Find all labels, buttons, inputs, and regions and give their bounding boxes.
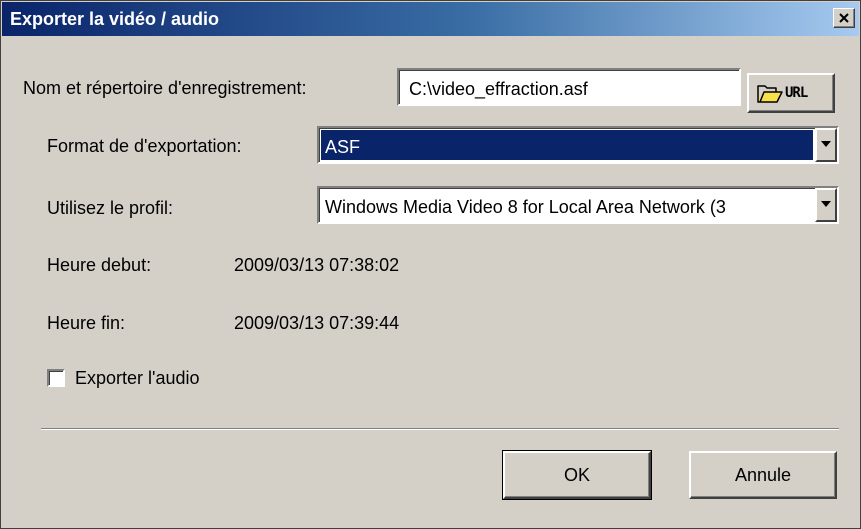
folder-open-icon <box>757 85 783 103</box>
profile-label: Utilisez le profil: <box>47 198 174 218</box>
profile-selected-value: Windows Media Video 8 for Local Area Net… <box>325 197 726 217</box>
ok-button[interactable]: OK <box>502 450 652 500</box>
end-time-label: Heure fin: <box>47 313 126 333</box>
close-button[interactable] <box>833 8 855 28</box>
separator <box>41 428 839 430</box>
format-dropdown-button[interactable] <box>815 128 837 162</box>
export-dialog: Exporter la vidéo / audio Nom et réperto… <box>0 0 861 529</box>
export-audio-label[interactable]: Exporter l'audio <box>75 368 200 389</box>
chevron-down-icon <box>821 201 831 207</box>
url-label: URL <box>785 85 808 101</box>
name-label: Nom et répertoire d'enregistrement: <box>23 78 307 98</box>
format-label: Format de d'exportation: <box>47 136 242 156</box>
title-bar: Exporter la vidéo / audio <box>2 2 859 36</box>
cancel-button[interactable]: Annule <box>689 451 837 499</box>
start-time-value: 2009/03/13 07:38:02 <box>234 255 400 275</box>
end-time-value: 2009/03/13 07:39:44 <box>234 313 400 333</box>
format-selected-value: ASF <box>321 130 813 160</box>
close-icon <box>839 13 849 23</box>
export-audio-checkbox[interactable] <box>47 369 65 387</box>
chevron-down-icon <box>821 141 831 147</box>
start-time-label: Heure debut: <box>47 255 152 275</box>
profile-dropdown-button[interactable] <box>815 188 837 222</box>
filename-input[interactable]: C:\video_effraction.asf <box>397 68 741 106</box>
window-title: Exporter la vidéo / audio <box>10 9 220 29</box>
browse-url-button[interactable]: URL <box>747 73 835 113</box>
profile-select[interactable]: Windows Media Video 8 for Local Area Net… <box>317 186 839 224</box>
format-select[interactable]: ASF <box>317 126 839 164</box>
